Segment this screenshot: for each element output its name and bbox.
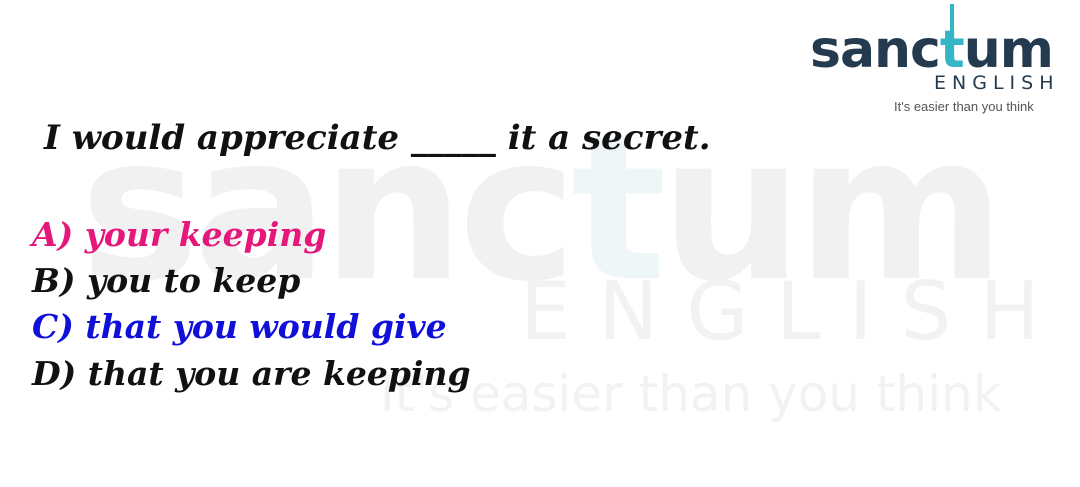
watermark-english: ENGLISH <box>520 265 1068 358</box>
logo-english: ENGLISH <box>934 72 1060 94</box>
option-a: A) your keeping <box>32 215 327 254</box>
watermark-tagline: It's easier than you think <box>380 365 1002 423</box>
option-d: D) that you are keeping <box>32 354 471 393</box>
sanctum-logo: sanctum ENGLISH It's easier than you thi… <box>810 4 1065 120</box>
logo-wordmark: sanctum <box>810 20 1054 80</box>
logo-tagline: It's easier than you think <box>894 99 1034 114</box>
option-c: C) that you would give <box>32 307 447 346</box>
question-text: I would appreciate _____ it a secret. <box>44 118 711 158</box>
option-b: B) you to keep <box>32 261 301 300</box>
